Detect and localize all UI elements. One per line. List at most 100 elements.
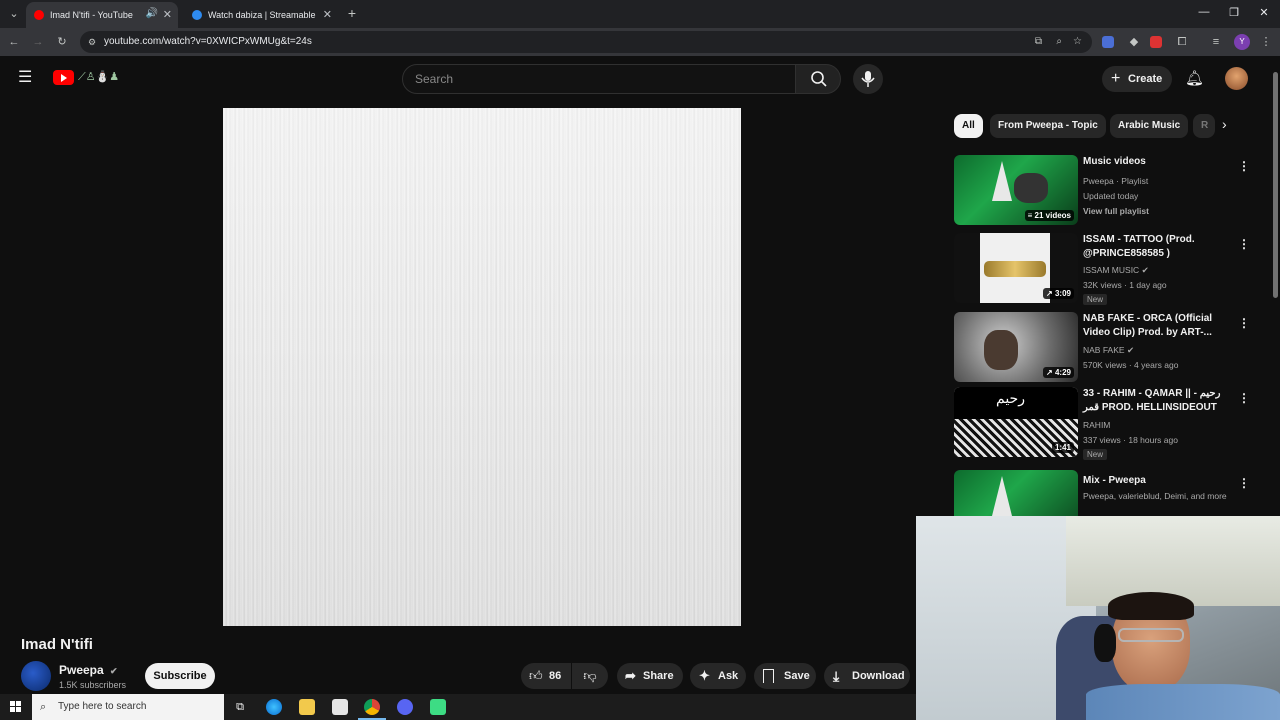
translate-extension-icon[interactable] bbox=[1102, 36, 1114, 48]
rec-item-video[interactable]: ↗ 3:09 ISSAM - TATTOO (Prod. @PRINCE8585… bbox=[954, 233, 1254, 307]
custom-logo-doodle-icon[interactable]: ⟋♙⛄♟ bbox=[78, 70, 119, 84]
forward-icon[interactable]: → bbox=[30, 34, 46, 50]
rec-title[interactable]: ISSAM - TATTOO (Prod. @PRINCE858585 ) bbox=[1083, 233, 1233, 261]
create-button[interactable]: + Create bbox=[1102, 66, 1172, 92]
profile-avatar-icon[interactable]: Y bbox=[1234, 34, 1250, 50]
adblock-extension-icon[interactable] bbox=[1150, 36, 1162, 48]
chevron-right-icon[interactable]: › bbox=[1222, 116, 1227, 132]
install-icon[interactable]: ⧉ bbox=[1035, 31, 1042, 53]
notifications-bell-icon[interactable]: 🔔︎ bbox=[1185, 69, 1204, 87]
video-count: 21 videos bbox=[1034, 211, 1071, 220]
webcam-window bbox=[1066, 516, 1280, 606]
chip-all[interactable]: All bbox=[954, 114, 983, 138]
rec-thumbnail[interactable]: ↗ 3:09 bbox=[954, 233, 1078, 303]
site-info-icon[interactable]: ⚙ bbox=[88, 31, 96, 53]
chip-truncated[interactable]: R bbox=[1193, 114, 1215, 138]
rec-thumbnail[interactable]: ↗ 4:29 bbox=[954, 312, 1078, 382]
reload-icon[interactable]: ↻ bbox=[54, 34, 70, 50]
rec-item-video[interactable]: رحيم 1:41 33 - RAHIM - QAMAR || رحيم - ق… bbox=[954, 387, 1254, 461]
windows-taskbar: ⌕ Type here to search ⧉ bbox=[0, 694, 916, 720]
verified-icon: ✔ bbox=[1126, 345, 1135, 355]
tab-title: Watch dabiza | Streamable bbox=[208, 10, 316, 20]
close-window-icon[interactable]: ✕ bbox=[1256, 6, 1272, 19]
zoom-icon[interactable]: ⌕ bbox=[1056, 31, 1062, 53]
restore-icon[interactable]: ❐ bbox=[1226, 6, 1242, 19]
rec-title[interactable]: NAB FAKE - ORCA (Official Video Clip) Pr… bbox=[1083, 312, 1233, 340]
more-actions-icon[interactable]: ⋮ bbox=[1238, 476, 1250, 490]
taskbar-search-input[interactable]: ⌕ Type here to search bbox=[32, 694, 224, 720]
subscriber-count: 1.5K subscribers bbox=[59, 680, 127, 690]
channel-name-link[interactable]: Pweepa ✔ bbox=[59, 663, 118, 677]
extension-icon[interactable]: ◆ bbox=[1126, 34, 1142, 50]
playlist-icon: ≡ bbox=[1027, 211, 1033, 220]
browser-toolbar: ← → ↻ ⚙ youtube.com/watch?v=0XWICPxWMUg&… bbox=[0, 28, 1280, 56]
plus-icon: + bbox=[1111, 70, 1121, 87]
task-view-icon[interactable]: ⧉ bbox=[232, 699, 248, 715]
speaker-icon[interactable]: 🔊 bbox=[146, 8, 158, 19]
more-actions-icon[interactable]: ⋮ bbox=[1238, 159, 1250, 173]
store-icon[interactable] bbox=[332, 699, 348, 715]
rec-item-mix[interactable]: Mix - Pweepa Pweepa, valerieblud, Deimi,… bbox=[954, 470, 1254, 516]
share-button[interactable]: ➦ Share bbox=[617, 663, 683, 689]
file-explorer-icon[interactable] bbox=[299, 699, 315, 715]
edge-icon[interactable] bbox=[266, 699, 282, 715]
webcam-shirt bbox=[1086, 684, 1280, 720]
rec-thumbnail[interactable] bbox=[954, 470, 1078, 516]
rec-thumbnail[interactable]: ≡ 21 videos bbox=[954, 155, 1078, 225]
scrollbar-thumb[interactable] bbox=[1273, 72, 1278, 298]
tab-streamable[interactable]: Watch dabiza | Streamable ✕ bbox=[184, 2, 338, 28]
like-button[interactable]: 👍︎ 86 bbox=[521, 663, 571, 689]
rec-thumbnail[interactable]: رحيم 1:41 bbox=[954, 387, 1078, 457]
rec-item-playlist[interactable]: ≡ 21 videos Music videos Pweepa · Playli… bbox=[954, 155, 1254, 229]
voice-search-button[interactable] bbox=[853, 64, 883, 94]
chrome-icon[interactable] bbox=[364, 699, 380, 715]
search-icon bbox=[811, 71, 827, 87]
discord-icon[interactable] bbox=[397, 699, 413, 715]
rec-duration: ↗ 3:09 bbox=[1043, 288, 1074, 299]
address-bar[interactable]: ⚙ youtube.com/watch?v=0XWICPxWMUg&t=24s … bbox=[80, 31, 1092, 53]
minimize-icon[interactable]: — bbox=[1196, 6, 1212, 18]
subscribe-button[interactable]: Subscribe bbox=[145, 663, 215, 689]
tab-search-icon[interactable]: ⌄ bbox=[6, 6, 22, 22]
close-tab-icon[interactable]: ✕ bbox=[163, 8, 172, 21]
rec-channel: NAB FAKE ✔ bbox=[1083, 345, 1134, 356]
download-button[interactable]: ⤓ Download bbox=[824, 663, 910, 689]
channel-avatar[interactable] bbox=[21, 661, 51, 691]
rec-title[interactable]: 33 - RAHIM - QAMAR || رحيم - قمر PROD. H… bbox=[1083, 387, 1233, 415]
rec-item-video[interactable]: ↗ 4:29 NAB FAKE - ORCA (Official Video C… bbox=[954, 312, 1254, 386]
rec-title[interactable]: Music videos bbox=[1083, 155, 1233, 169]
dislike-button[interactable]: 👎︎ bbox=[572, 663, 608, 689]
chip-arabic-music[interactable]: Arabic Music bbox=[1110, 114, 1189, 138]
ask-button[interactable]: ✦ Ask bbox=[690, 663, 746, 689]
bookmark-star-icon[interactable]: ☆ bbox=[1073, 31, 1082, 53]
more-actions-icon[interactable]: ⋮ bbox=[1238, 237, 1250, 251]
video-player[interactable] bbox=[223, 108, 741, 626]
hamburger-menu-icon[interactable]: ☰ bbox=[18, 70, 32, 86]
youtube-logo-icon[interactable] bbox=[53, 70, 74, 85]
like-count: 86 bbox=[549, 670, 562, 682]
account-avatar[interactable] bbox=[1225, 67, 1248, 90]
view-full-playlist-link[interactable]: View full playlist bbox=[1083, 206, 1149, 216]
search-input[interactable]: Search bbox=[402, 64, 796, 94]
reading-list-icon[interactable]: ≡ bbox=[1208, 34, 1224, 50]
menu-dots-icon[interactable]: ⋮ bbox=[1258, 34, 1274, 50]
rec-duration: ↗ 4:29 bbox=[1043, 367, 1074, 378]
youtube-favicon-icon bbox=[34, 10, 44, 20]
extensions-puzzle-icon[interactable]: ⧠ bbox=[1174, 34, 1190, 50]
rec-title[interactable]: Mix - Pweepa bbox=[1083, 474, 1233, 488]
more-actions-icon[interactable]: ⋮ bbox=[1238, 316, 1250, 330]
download-label: Download bbox=[852, 670, 905, 682]
back-icon[interactable]: ← bbox=[6, 34, 22, 50]
more-actions-icon[interactable]: ⋮ bbox=[1238, 391, 1250, 405]
new-tab-icon[interactable]: + bbox=[344, 5, 360, 21]
chip-from-pweepa-topic[interactable]: From Pweepa - Topic bbox=[990, 114, 1106, 138]
youtube-header: ☰ ⟋♙⛄♟ Search + Create 🔔︎ bbox=[0, 56, 1280, 100]
save-button[interactable]: Save bbox=[754, 663, 816, 689]
close-tab-icon[interactable]: ✕ bbox=[323, 8, 332, 21]
search-button[interactable] bbox=[795, 64, 841, 94]
windows-start-icon[interactable] bbox=[10, 701, 22, 713]
tab-youtube[interactable]: Imad N'tifi - YouTube 🔊 ✕ bbox=[26, 2, 178, 28]
share-arrow-icon: ➦ bbox=[625, 668, 636, 683]
app-icon[interactable] bbox=[430, 699, 446, 715]
page-scrollbar[interactable] bbox=[1270, 56, 1280, 516]
